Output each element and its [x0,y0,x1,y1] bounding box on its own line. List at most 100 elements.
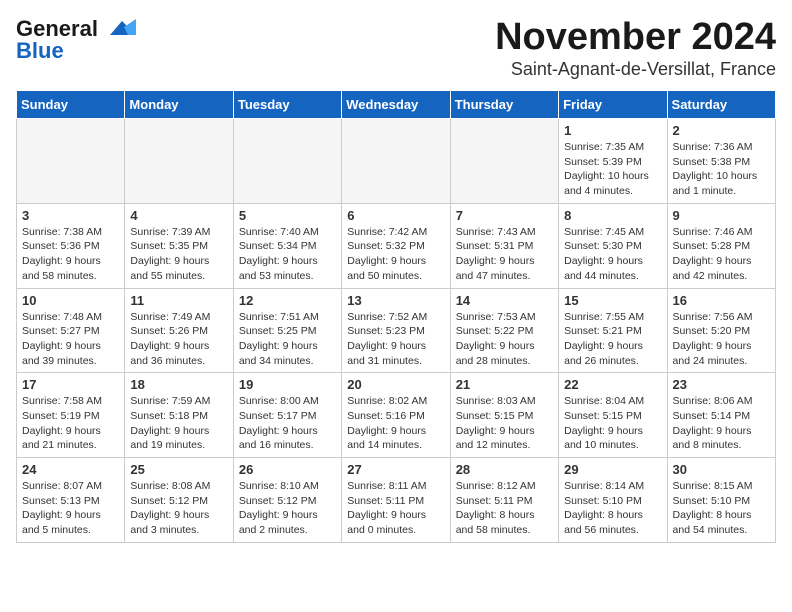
day-number: 1 [564,123,661,138]
calendar-cell: 23 Sunrise: 8:06 AMSunset: 5:14 PMDayligh… [667,373,775,458]
day-number: 19 [239,377,336,392]
day-number: 7 [456,208,553,223]
day-detail: Sunrise: 8:03 AMSunset: 5:15 PMDaylight:… [456,394,553,453]
calendar-cell: 21 Sunrise: 8:03 AMSunset: 5:15 PMDayligh… [450,373,558,458]
day-number: 8 [564,208,661,223]
calendar-week-5: 24 Sunrise: 8:07 AMSunset: 5:13 PMDayligh… [17,458,776,543]
calendar-cell: 24 Sunrise: 8:07 AMSunset: 5:13 PMDayligh… [17,458,125,543]
day-detail: Sunrise: 7:42 AMSunset: 5:32 PMDaylight:… [347,225,444,284]
calendar-cell: 16 Sunrise: 7:56 AMSunset: 5:20 PMDayligh… [667,288,775,373]
weekday-header-tuesday: Tuesday [233,91,341,119]
day-detail: Sunrise: 7:58 AMSunset: 5:19 PMDaylight:… [22,394,119,453]
calendar-cell: 20 Sunrise: 8:02 AMSunset: 5:16 PMDayligh… [342,373,450,458]
calendar-cell: 15 Sunrise: 7:55 AMSunset: 5:21 PMDayligh… [559,288,667,373]
day-number: 10 [22,293,119,308]
day-detail: Sunrise: 7:59 AMSunset: 5:18 PMDaylight:… [130,394,227,453]
day-number: 27 [347,462,444,477]
day-detail: Sunrise: 8:08 AMSunset: 5:12 PMDaylight:… [130,479,227,538]
day-detail: Sunrise: 7:43 AMSunset: 5:31 PMDaylight:… [456,225,553,284]
day-detail: Sunrise: 7:55 AMSunset: 5:21 PMDaylight:… [564,310,661,369]
calendar-cell: 25 Sunrise: 8:08 AMSunset: 5:12 PMDayligh… [125,458,233,543]
calendar-cell: 27 Sunrise: 8:11 AMSunset: 5:11 PMDayligh… [342,458,450,543]
day-number: 30 [673,462,770,477]
day-detail: Sunrise: 7:51 AMSunset: 5:25 PMDaylight:… [239,310,336,369]
day-number: 29 [564,462,661,477]
day-number: 6 [347,208,444,223]
weekday-header-wednesday: Wednesday [342,91,450,119]
day-detail: Sunrise: 7:36 AMSunset: 5:38 PMDaylight:… [673,140,770,199]
day-number: 23 [673,377,770,392]
calendar-cell [125,119,233,204]
calendar-cell: 3 Sunrise: 7:38 AMSunset: 5:36 PMDaylight… [17,203,125,288]
day-number: 3 [22,208,119,223]
day-detail: Sunrise: 7:52 AMSunset: 5:23 PMDaylight:… [347,310,444,369]
weekday-header-thursday: Thursday [450,91,558,119]
calendar-week-1: 1 Sunrise: 7:35 AMSunset: 5:39 PMDaylight… [17,119,776,204]
calendar-cell: 22 Sunrise: 8:04 AMSunset: 5:15 PMDayligh… [559,373,667,458]
day-number: 13 [347,293,444,308]
day-detail: Sunrise: 7:39 AMSunset: 5:35 PMDaylight:… [130,225,227,284]
calendar-cell: 6 Sunrise: 7:42 AMSunset: 5:32 PMDaylight… [342,203,450,288]
month-title: November 2024 [495,16,776,59]
weekday-header-saturday: Saturday [667,91,775,119]
day-detail: Sunrise: 8:14 AMSunset: 5:10 PMDaylight:… [564,479,661,538]
logo: General Blue [16,16,136,64]
day-detail: Sunrise: 8:00 AMSunset: 5:17 PMDaylight:… [239,394,336,453]
day-number: 26 [239,462,336,477]
calendar-cell: 5Sunrise: 7:40 AMSunset: 5:34 PMDaylight… [233,203,341,288]
day-number: 21 [456,377,553,392]
calendar-cell: 10 Sunrise: 7:48 AMSunset: 5:27 PMDayligh… [17,288,125,373]
day-detail: Sunrise: 7:53 AMSunset: 5:22 PMDaylight:… [456,310,553,369]
day-number: 15 [564,293,661,308]
logo-blue: Blue [16,38,64,64]
day-detail: Sunrise: 8:02 AMSunset: 5:16 PMDaylight:… [347,394,444,453]
day-number: 2 [673,123,770,138]
day-number: 12 [239,293,336,308]
calendar-week-4: 17 Sunrise: 7:58 AMSunset: 5:19 PMDayligh… [17,373,776,458]
logo-bird-icon [100,17,136,41]
day-number: 16 [673,293,770,308]
day-number: 20 [347,377,444,392]
calendar-cell: 11 Sunrise: 7:49 AMSunset: 5:26 PMDayligh… [125,288,233,373]
day-detail: Sunrise: 8:07 AMSunset: 5:13 PMDaylight:… [22,479,119,538]
calendar-cell: 1 Sunrise: 7:35 AMSunset: 5:39 PMDaylight… [559,119,667,204]
day-number: 11 [130,293,227,308]
calendar-table: SundayMondayTuesdayWednesdayThursdayFrid… [16,90,776,543]
day-number: 24 [22,462,119,477]
calendar-cell: 17 Sunrise: 7:58 AMSunset: 5:19 PMDayligh… [17,373,125,458]
day-detail: Sunrise: 7:38 AMSunset: 5:36 PMDaylight:… [22,225,119,284]
weekday-header-friday: Friday [559,91,667,119]
day-detail: Sunrise: 7:49 AMSunset: 5:26 PMDaylight:… [130,310,227,369]
title-area: November 2024 Saint-Agnant-de-Versillat,… [495,16,776,80]
calendar-cell [450,119,558,204]
calendar-cell: 18Sunrise: 7:59 AMSunset: 5:18 PMDayligh… [125,373,233,458]
day-detail: Sunrise: 8:11 AMSunset: 5:11 PMDaylight:… [347,479,444,538]
calendar-cell: 28Sunrise: 8:12 AMSunset: 5:11 PMDayligh… [450,458,558,543]
day-detail: Sunrise: 8:04 AMSunset: 5:15 PMDaylight:… [564,394,661,453]
day-number: 28 [456,462,553,477]
header: General Blue November 2024 Saint-Agnant-… [16,16,776,80]
day-detail: Sunrise: 7:35 AMSunset: 5:39 PMDaylight:… [564,140,661,199]
calendar-week-3: 10 Sunrise: 7:48 AMSunset: 5:27 PMDayligh… [17,288,776,373]
calendar-cell: 29 Sunrise: 8:14 AMSunset: 5:10 PMDayligh… [559,458,667,543]
calendar-cell: 4 Sunrise: 7:39 AMSunset: 5:35 PMDaylight… [125,203,233,288]
day-number: 4 [130,208,227,223]
day-detail: Sunrise: 8:06 AMSunset: 5:14 PMDaylight:… [673,394,770,453]
calendar-cell: 19 Sunrise: 8:00 AMSunset: 5:17 PMDayligh… [233,373,341,458]
day-number: 25 [130,462,227,477]
day-detail: Sunrise: 8:10 AMSunset: 5:12 PMDaylight:… [239,479,336,538]
day-detail: Sunrise: 7:56 AMSunset: 5:20 PMDaylight:… [673,310,770,369]
calendar-cell: 26 Sunrise: 8:10 AMSunset: 5:12 PMDayligh… [233,458,341,543]
day-number: 17 [22,377,119,392]
calendar-cell: 9Sunrise: 7:46 AMSunset: 5:28 PMDaylight… [667,203,775,288]
calendar-cell: 8Sunrise: 7:45 AMSunset: 5:30 PMDaylight… [559,203,667,288]
day-detail: Sunrise: 8:15 AMSunset: 5:10 PMDaylight:… [673,479,770,538]
calendar-cell: 12 Sunrise: 7:51 AMSunset: 5:25 PMDayligh… [233,288,341,373]
day-detail: Sunrise: 7:40 AMSunset: 5:34 PMDaylight:… [239,225,336,284]
day-number: 22 [564,377,661,392]
day-number: 9 [673,208,770,223]
calendar-cell [342,119,450,204]
day-detail: Sunrise: 7:48 AMSunset: 5:27 PMDaylight:… [22,310,119,369]
calendar-week-2: 3 Sunrise: 7:38 AMSunset: 5:36 PMDaylight… [17,203,776,288]
weekday-header-monday: Monday [125,91,233,119]
